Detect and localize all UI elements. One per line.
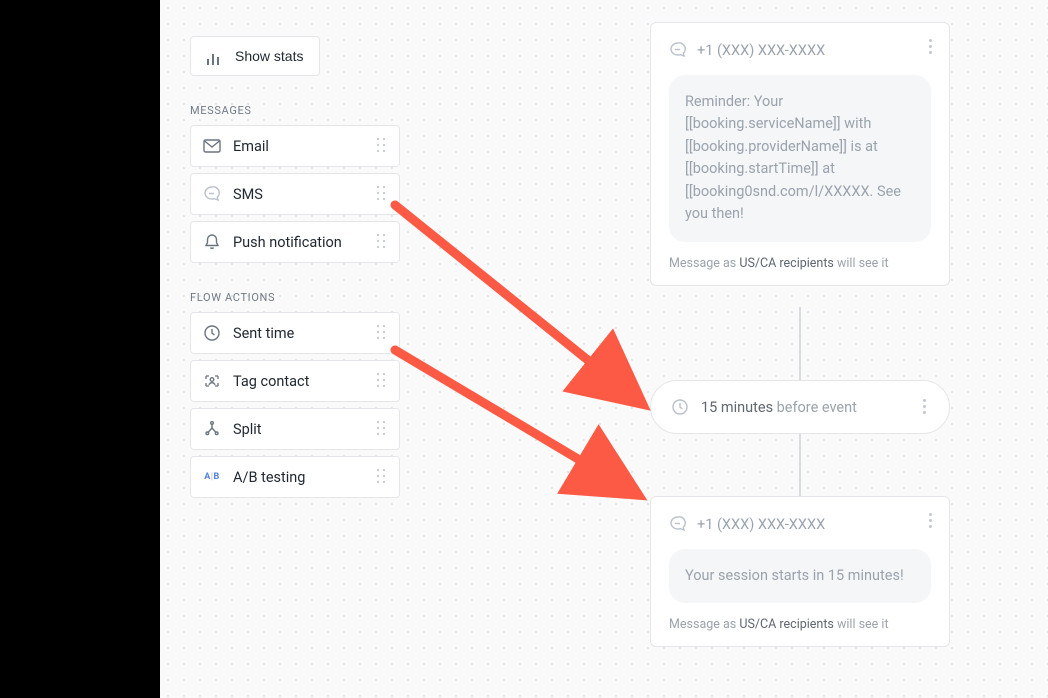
drag-handle-icon[interactable] (377, 186, 387, 202)
sms-node-card[interactable]: +1 (XXX) XXX-XXXX Your session starts in… (650, 496, 950, 647)
foot-recipients: US/CA recipients (739, 617, 834, 632)
node-phone: +1 (XXX) XXX-XXXX (697, 516, 825, 533)
drag-handle-icon[interactable] (377, 138, 387, 154)
foot-post: will see it (834, 256, 889, 271)
tag-contact-icon (203, 372, 221, 390)
message-bubble: Your session starts in 15 minutes! (669, 549, 931, 603)
node-header: +1 (XXX) XXX-XXXX (669, 515, 931, 533)
node-footer: Message as US/CA recipients will see it (669, 617, 931, 632)
delay-rest: before event (773, 399, 857, 416)
foot-recipients: US/CA recipients (739, 256, 834, 271)
section-title-flow-actions: FLOW ACTIONS (190, 291, 400, 304)
stats-icon (207, 47, 225, 65)
show-stats-button[interactable]: Show stats (190, 36, 320, 76)
node-menu-button[interactable] (917, 399, 931, 414)
flow-canvas[interactable]: Show stats MESSAGES Email SMS (160, 0, 1048, 698)
left-gutter (0, 0, 160, 698)
delay-minutes: 15 minutes (701, 399, 773, 416)
sms-icon (203, 185, 221, 203)
messages-list: Email SMS Push notification (190, 125, 400, 263)
show-stats-label: Show stats (235, 48, 303, 64)
drag-handle-icon[interactable] (377, 234, 387, 250)
delay-pill[interactable]: 15 minutes before event (650, 380, 950, 434)
message-item-label: Email (233, 138, 365, 155)
connector-line (799, 307, 801, 380)
drag-handle-icon[interactable] (377, 373, 387, 389)
bell-icon (203, 233, 221, 251)
flow-action-label: Sent time (233, 325, 365, 342)
sms-node-card[interactable]: +1 (XXX) XXX-XXXX Reminder: Your [[booki… (650, 22, 950, 286)
sms-icon (669, 41, 687, 59)
flow-actions-list: Sent time Tag contact Split A|B A/B te (190, 312, 400, 498)
split-icon (203, 420, 221, 438)
node-menu-button[interactable] (923, 39, 937, 54)
drag-handle-icon[interactable] (377, 469, 387, 485)
sms-icon (669, 515, 687, 533)
flow-action-label: Tag contact (233, 373, 365, 390)
node-footer: Message as US/CA recipients will see it (669, 256, 931, 271)
message-item-email[interactable]: Email (190, 125, 400, 167)
foot-post: will see it (834, 617, 889, 632)
clock-icon (671, 398, 689, 416)
email-icon (203, 137, 221, 155)
foot-pre: Message as (669, 256, 739, 271)
flow-action-ab-testing[interactable]: A|B A/B testing (190, 456, 400, 498)
foot-pre: Message as (669, 617, 739, 632)
drag-handle-icon[interactable] (377, 421, 387, 437)
connector-line (799, 434, 801, 496)
flow-action-split[interactable]: Split (190, 408, 400, 450)
delay-text: 15 minutes before event (701, 399, 857, 416)
message-bubble: Reminder: Your [[booking.serviceName]] w… (669, 75, 931, 242)
node-header: +1 (XXX) XXX-XXXX (669, 41, 931, 59)
flow-action-label: A/B testing (233, 469, 365, 486)
drag-handle-icon[interactable] (377, 325, 387, 341)
flow-action-label: Split (233, 421, 365, 438)
flow-action-sent-time[interactable]: Sent time (190, 312, 400, 354)
sidebar: Show stats MESSAGES Email SMS (190, 36, 400, 498)
message-item-label: SMS (233, 186, 365, 203)
message-item-push[interactable]: Push notification (190, 221, 400, 263)
flow-action-tag-contact[interactable]: Tag contact (190, 360, 400, 402)
message-item-label: Push notification (233, 234, 365, 251)
flow-column: +1 (XXX) XXX-XXXX Reminder: Your [[booki… (650, 0, 950, 698)
node-phone: +1 (XXX) XXX-XXXX (697, 42, 825, 59)
message-item-sms[interactable]: SMS (190, 173, 400, 215)
node-menu-button[interactable] (923, 513, 937, 528)
section-title-messages: MESSAGES (190, 104, 400, 117)
clock-icon (203, 324, 221, 342)
ab-testing-icon: A|B (203, 468, 221, 486)
